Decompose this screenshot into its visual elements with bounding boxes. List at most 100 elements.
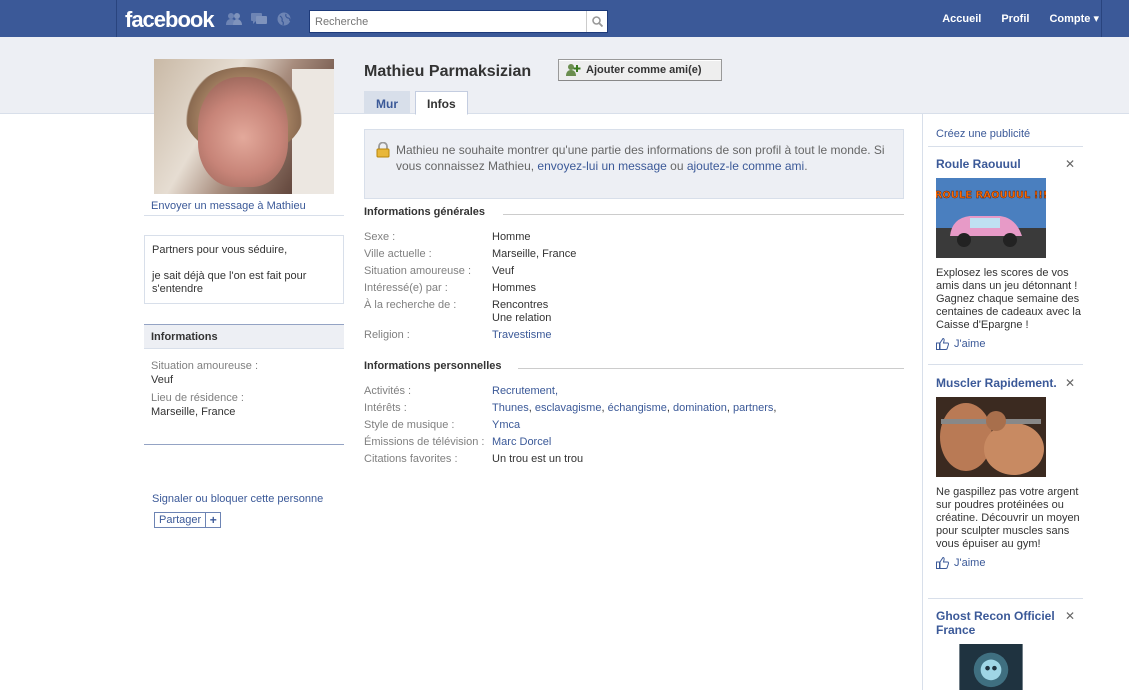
interest-link[interactable]: esclavagisme [535,402,602,414]
tab-info[interactable]: Infos [415,91,468,115]
report-block-link[interactable]: Signaler ou bloquer cette personne [152,493,323,505]
lock-icon [376,142,390,158]
create-ad-link[interactable]: Créez une publicité [936,128,1030,140]
messages-icon[interactable] [251,12,267,26]
info-label: Sexe : [364,231,396,243]
info-row: Activités : Recrutement, [364,385,904,399]
interest-link[interactable]: Thunes [492,402,529,414]
info-label: Ville actuelle : [364,248,432,260]
info-value: Homme [492,231,531,243]
facebook-logo[interactable]: facebook [125,7,215,33]
info-value: Veuf [492,265,515,277]
sidebar-info-item: Situation amoureuse : Veuf [144,360,344,386]
add-friend-button[interactable]: Ajouter comme ami(e) [558,59,722,81]
interest-link[interactable]: échangisme [608,402,667,414]
top-nav: Accueil Profil Compte ▾ [922,0,1099,37]
interest-link[interactable]: domination [673,402,727,414]
info-value: Un trou est un trou [492,453,584,465]
info-row: Situation amoureuse : Veuf [364,265,904,279]
bio-box: Partners pour vous séduire, je sait déjà… [144,235,344,304]
ad-title[interactable]: Ghost Recon Officiel France [936,609,1083,637]
info-label: Religion : [364,329,410,341]
privacy-text: . [804,159,808,173]
add-friend-icon [566,64,581,76]
search-input[interactable] [310,11,588,32]
sidebar-info-label: Lieu de résidence : [151,392,244,404]
add-friend-label: Ajouter comme ami(e) [586,64,702,76]
bio-line: je sait déjà que l'on est fait pour s'en… [152,270,307,295]
info-value: Rencontres [492,299,549,311]
info-label: Intérêts : [364,402,407,414]
ad-image-ghost-recon[interactable] [936,644,1046,690]
ad-separator [928,146,1083,147]
sidebar-info-label: Situation amoureuse : [151,360,259,372]
ad-image-text: ROULE RAOUUUL !!! [936,190,1046,201]
info-label: Intéressé(e) par : [364,282,448,294]
ad-unit: Muscler Rapidement. ✕ Ne gaspillez pas v… [936,376,1083,569]
ad-body: Ne gaspillez pas votre argent sur poudre… [936,486,1080,550]
profile-picture[interactable] [154,59,334,194]
divider [144,215,344,216]
general-info-title: Informations générales [364,206,486,218]
share-label: Partager [155,513,207,527]
right-column-divider [922,114,923,690]
ad-unit: Ghost Recon Officiel France ✕ [936,609,1083,690]
nav-account[interactable]: Compte ▾ [1049,12,1099,25]
activity-link[interactable]: Recrutement, [492,385,558,397]
profile-name: Mathieu Parmaksizian [364,63,532,80]
info-value: Une relation [492,312,552,324]
sidebar-info-title: Informations [144,325,344,349]
ad-body: Explosez les scores de vos amis dans un … [936,267,1081,331]
plus-icon: + [209,513,217,527]
thumbs-up-icon [936,557,949,569]
info-row: Émissions de télévision : Marc Dorcel [364,436,904,450]
like-label: J'aime [954,557,986,569]
like-button[interactable]: J'aime [936,338,1083,350]
sidebar-info-value: Marseille, France [151,406,236,418]
like-label: J'aime [954,338,986,350]
nav-home[interactable]: Accueil [942,13,981,25]
privacy-text: ou [666,159,687,173]
info-row: Religion : Travestisme [364,329,904,343]
privacy-notice: Mathieu ne souhaite montrer qu'une parti… [364,129,904,199]
interest-link[interactable]: partners [733,402,773,414]
religion-link[interactable]: Travestisme [492,329,552,341]
search-button[interactable] [586,11,607,32]
send-message-link[interactable]: Envoyer un message à Mathieu [151,200,306,212]
share-button[interactable]: Partager + [154,512,222,528]
personal-info-title: Informations personnelles [364,360,502,372]
interests-list: Thunes, esclavagisme, échangisme, domina… [492,402,777,414]
info-label: Activités : [364,385,412,397]
sidebar-info-value: Veuf [151,374,174,386]
nav-profile[interactable]: Profil [1001,13,1029,25]
info-value: Marseille, France [492,248,577,260]
close-icon[interactable]: ✕ [1065,157,1075,171]
sidebar-info-box: Informations Situation amoureuse : Veuf … [144,324,344,445]
info-label: Citations favorites : [364,453,458,465]
friend-requests-icon[interactable] [226,12,242,26]
search-icon [591,16,603,27]
close-icon[interactable]: ✕ [1065,376,1075,390]
thumbs-up-icon [936,338,949,350]
notifications-globe-icon[interactable] [276,12,292,26]
info-row: Intérêts : Thunes, esclavagisme, échangi… [364,402,904,416]
ad-image-muscles[interactable] [936,397,1046,477]
search-box [309,10,608,33]
ad-image-car[interactable]: ROULE RAOUUUL !!! [934,178,1048,258]
ad-unit: Roule Raouuul ✕ ROULE RAOUUUL !!! Explos… [934,157,1083,350]
info-row: Citations favorites : Un trou est un tro… [364,453,904,467]
send-message-link[interactable]: envoyez-lui un message [537,159,666,173]
info-label: À la recherche de : [364,299,457,311]
close-icon[interactable]: ✕ [1065,609,1075,623]
ad-title[interactable]: Roule Raouuul [936,157,1083,171]
bio-line: Partners pour vous séduire, [152,244,288,256]
ad-separator [928,598,1083,599]
music-link[interactable]: Ymca [492,419,520,431]
info-row: Sexe : Homme [364,231,904,245]
tab-wall[interactable]: Mur [364,91,410,114]
add-friend-link[interactable]: ajoutez-le comme ami [687,159,804,173]
ad-title[interactable]: Muscler Rapidement. [936,376,1083,390]
tv-link[interactable]: Marc Dorcel [492,436,551,448]
info-row: Ville actuelle : Marseille, France [364,248,904,262]
like-button[interactable]: J'aime [936,557,1083,569]
